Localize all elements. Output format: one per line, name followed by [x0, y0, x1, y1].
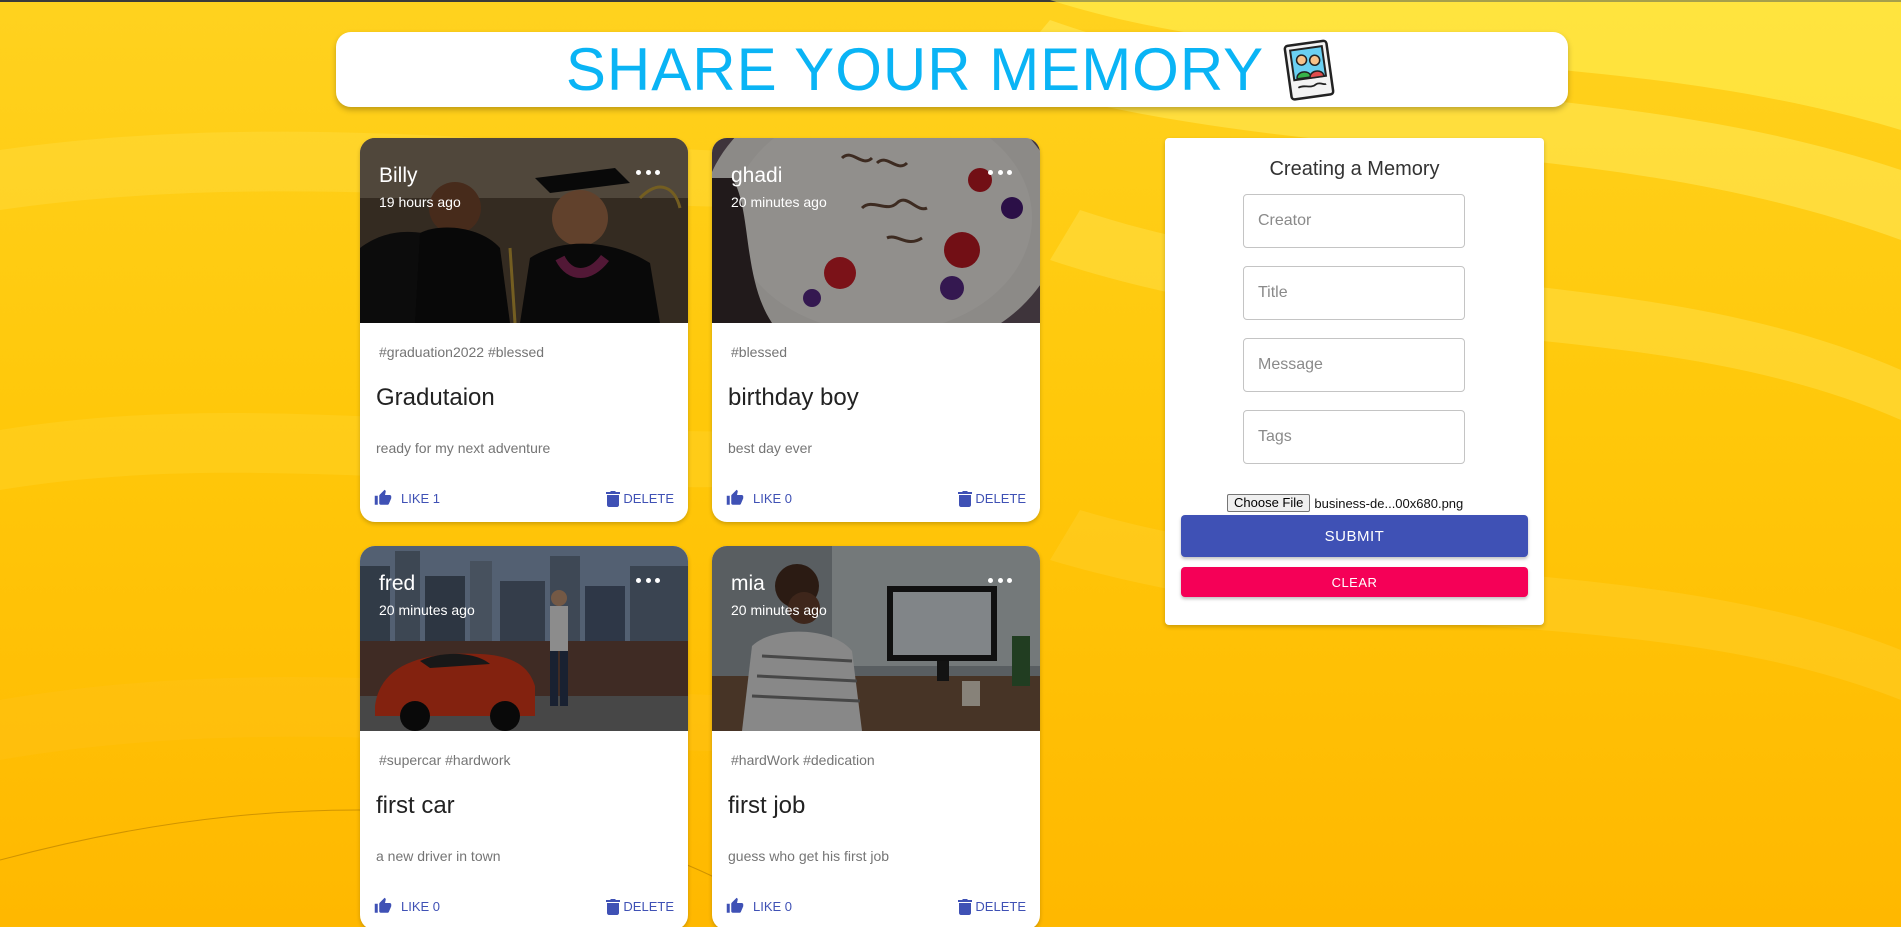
post-time: 20 minutes ago — [731, 602, 827, 618]
app-title: SHARE YOUR MEMORY — [565, 35, 1265, 103]
file-upload: Choose File business-de...00x680.png — [1227, 494, 1463, 512]
form-heading: Creating a Memory — [1269, 158, 1440, 180]
memory-card: ghadi 20 minutes ago #blessed birthday b… — [712, 138, 1040, 522]
post-creator: Billy — [379, 164, 418, 187]
tags-input[interactable] — [1244, 411, 1464, 463]
clear-button[interactable]: CLEAR — [1181, 567, 1528, 597]
post-creator: ghadi — [731, 164, 783, 187]
creator-field — [1243, 194, 1465, 248]
trash-icon — [606, 490, 621, 507]
post-title: first job — [728, 792, 806, 819]
trash-icon — [958, 490, 973, 507]
like-button[interactable]: LIKE 0 — [374, 896, 440, 916]
like-button[interactable]: LIKE 0 — [726, 488, 792, 508]
memory-card: Billy 19 hours ago #graduation2022 #bles… — [360, 138, 688, 522]
delete-label: DELETE — [975, 898, 1026, 914]
trash-icon — [958, 898, 973, 915]
post-time: 19 hours ago — [379, 194, 461, 210]
post-message: ready for my next adventure — [376, 440, 551, 456]
delete-label: DELETE — [623, 898, 674, 914]
delete-button[interactable]: DELETE — [606, 488, 674, 508]
like-label: LIKE 0 — [401, 898, 441, 914]
delete-button[interactable]: DELETE — [958, 896, 1026, 916]
message-field — [1243, 338, 1465, 392]
post-tags: #supercar #hardwork — [379, 752, 511, 768]
thumb-up-icon — [726, 897, 744, 913]
like-label: LIKE 0 — [753, 490, 793, 506]
create-memory-form: Creating a Memory Choose File business-d… — [1165, 138, 1544, 625]
like-label: LIKE 1 — [401, 490, 441, 506]
post-tags: #graduation2022 #blessed — [379, 344, 545, 360]
post-message: best day ever — [728, 440, 813, 456]
delete-button[interactable]: DELETE — [606, 896, 674, 916]
title-input[interactable] — [1244, 267, 1464, 319]
more-options-icon[interactable] — [988, 166, 1012, 178]
trash-icon — [606, 898, 621, 915]
post-title: birthday boy — [728, 384, 859, 411]
submit-button[interactable]: SUBMIT — [1181, 515, 1528, 557]
title-field — [1243, 266, 1465, 320]
selected-file-name: business-de...00x680.png — [1314, 495, 1464, 511]
more-options-icon[interactable] — [636, 574, 660, 586]
more-options-icon[interactable] — [988, 574, 1012, 586]
post-message: a new driver in town — [376, 848, 501, 864]
post-tags: #blessed — [731, 344, 788, 360]
post-creator: fred — [379, 572, 416, 595]
delete-label: DELETE — [975, 490, 1026, 506]
post-title: Gradutaion — [376, 384, 495, 411]
memory-card: mia 20 minutes ago #hardWork #dedication… — [712, 546, 1040, 927]
message-input[interactable] — [1244, 339, 1464, 391]
delete-button[interactable]: DELETE — [958, 488, 1026, 508]
post-time: 20 minutes ago — [379, 602, 475, 618]
thumb-up-icon — [726, 489, 744, 505]
post-title: first car — [376, 792, 455, 819]
more-options-icon[interactable] — [636, 166, 660, 178]
choose-file-button[interactable]: Choose File — [1227, 494, 1311, 512]
like-label: LIKE 0 — [753, 898, 793, 914]
post-tags: #hardWork #dedication — [731, 752, 875, 768]
delete-label: DELETE — [623, 490, 674, 506]
memory-card: fred 20 minutes ago #supercar #hardwork … — [360, 546, 688, 927]
creator-input[interactable] — [1244, 195, 1464, 247]
post-time: 20 minutes ago — [731, 194, 827, 210]
photo-frame-people-icon — [1283, 39, 1335, 101]
like-button[interactable]: LIKE 1 — [374, 488, 440, 508]
app-header: SHARE YOUR MEMORY — [336, 32, 1568, 107]
tags-field — [1243, 410, 1465, 464]
post-message: guess who get his first job — [728, 848, 890, 864]
thumb-up-icon — [374, 489, 392, 505]
like-button[interactable]: LIKE 0 — [726, 896, 792, 916]
thumb-up-icon — [374, 897, 392, 913]
post-creator: mia — [731, 572, 765, 595]
